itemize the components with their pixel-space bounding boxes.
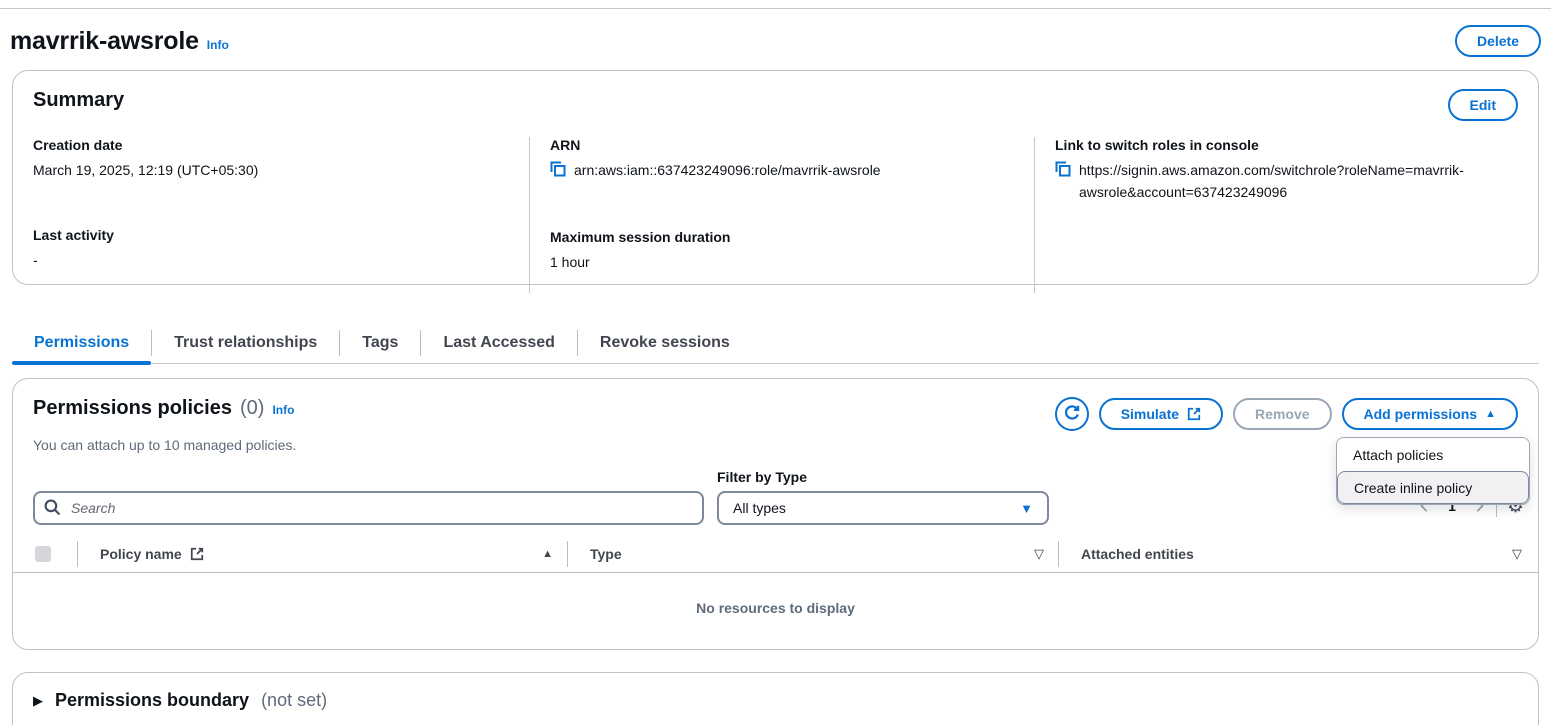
max-session-field: Maximum session duration 1 hour (550, 229, 1014, 273)
filter-label: Filter by Type (717, 469, 1049, 485)
summary-title: Summary (33, 89, 124, 112)
simulate-button[interactable]: Simulate (1099, 398, 1223, 430)
last-activity-field: Last activity - (33, 227, 509, 271)
caret-down-icon: ▼ (1020, 502, 1033, 515)
copy-icon[interactable] (1055, 161, 1071, 183)
add-permissions-menu: Attach policies Create inline policy (1336, 437, 1530, 505)
top-divider (0, 8, 1551, 9)
caret-up-icon: ▲ (1485, 409, 1496, 420)
summary-column-2: ARN arn:aws:iam::637423249096:role/mavrr… (529, 137, 1034, 293)
creation-date-field: Creation date March 19, 2025, 12:19 (UTC… (33, 137, 509, 181)
search-box (33, 491, 704, 525)
policy-name-header-label: Policy name (100, 546, 182, 562)
page-title: mavrrik-awsrole (10, 27, 199, 56)
type-filter-select[interactable]: All types ▼ (717, 491, 1049, 525)
policies-table-header: Policy name ▲ Type ▽ Attached entities ▽ (13, 535, 1538, 573)
search-icon (44, 499, 61, 521)
arn-value: arn:aws:iam::637423249096:role/mavrrik-a… (574, 159, 881, 181)
switch-link-field: Link to switch roles in console https://… (1055, 137, 1518, 203)
page-header: mavrrik-awsrole Info Delete (10, 22, 1541, 60)
empty-state-message: No resources to display (696, 600, 855, 616)
type-filter-value: All types (733, 500, 786, 516)
menu-item-attach-policies[interactable]: Attach policies (1337, 438, 1529, 471)
refresh-button[interactable] (1055, 397, 1089, 431)
attached-entities-header-label: Attached entities (1081, 546, 1194, 562)
column-header-type[interactable]: Type ▽ (568, 546, 1058, 562)
select-all-checkbox[interactable] (35, 546, 51, 562)
arn-label: ARN (550, 137, 1014, 153)
sort-icon[interactable]: ▽ (1034, 546, 1044, 562)
external-link-icon (190, 547, 204, 561)
add-permissions-label: Add permissions (1364, 406, 1478, 422)
max-session-label: Maximum session duration (550, 229, 1014, 245)
last-activity-label: Last activity (33, 227, 509, 243)
last-activity-value: - (33, 249, 509, 271)
tab-tags[interactable]: Tags (340, 322, 420, 363)
policies-subtitle: You can attach up to 10 managed policies… (13, 431, 1538, 453)
policies-count: (0) (240, 397, 264, 420)
summary-column-1: Creation date March 19, 2025, 12:19 (UTC… (13, 137, 529, 293)
tab-permissions[interactable]: Permissions (12, 322, 151, 363)
remove-button[interactable]: Remove (1233, 398, 1331, 430)
summary-grid: Creation date March 19, 2025, 12:19 (UTC… (13, 137, 1538, 293)
switch-link-value: https://signin.aws.amazon.com/switchrole… (1079, 159, 1518, 203)
permissions-boundary-toggle[interactable]: ▶ Permissions boundary (not set) (13, 673, 1538, 725)
policies-info-link[interactable]: Info (272, 403, 294, 417)
search-input[interactable] (33, 491, 704, 525)
column-header-policy-name[interactable]: Policy name ▲ (78, 546, 567, 562)
simulate-button-label: Simulate (1121, 406, 1179, 422)
max-session-value: 1 hour (550, 251, 1014, 273)
permissions-boundary-title: Permissions boundary (55, 690, 249, 711)
empty-state: No resources to display (13, 573, 1538, 643)
creation-date-value: March 19, 2025, 12:19 (UTC+05:30) (33, 159, 509, 181)
policies-title: Permissions policies (33, 397, 232, 420)
type-header-label: Type (590, 546, 622, 562)
refresh-icon (1063, 404, 1081, 425)
policies-controls: Filter by Type All types ▼ 1 ⚙ (13, 469, 1538, 525)
arn-field: ARN arn:aws:iam::637423249096:role/mavrr… (550, 137, 1014, 183)
permissions-policies-card: Permissions policies (0) Info Simulate (12, 378, 1539, 650)
creation-date-label: Creation date (33, 137, 509, 153)
menu-item-create-inline-policy[interactable]: Create inline policy (1337, 471, 1529, 504)
add-permissions-button[interactable]: Add permissions ▲ (1342, 398, 1518, 430)
summary-card: Summary Edit Creation date March 19, 202… (12, 70, 1539, 285)
copy-icon[interactable] (550, 161, 566, 183)
switch-link-label: Link to switch roles in console (1055, 137, 1518, 153)
external-link-icon (1187, 407, 1201, 421)
title-info-link[interactable]: Info (207, 38, 229, 52)
sort-icon[interactable]: ▽ (1512, 546, 1522, 562)
filter-group: Filter by Type All types ▼ (717, 469, 1049, 525)
tab-trust-relationships[interactable]: Trust relationships (152, 322, 339, 363)
permissions-boundary-status: (not set) (261, 690, 327, 711)
delete-button[interactable]: Delete (1455, 25, 1541, 57)
tab-revoke-sessions[interactable]: Revoke sessions (578, 322, 752, 363)
edit-button[interactable]: Edit (1448, 89, 1518, 121)
column-header-attached-entities[interactable]: Attached entities ▽ (1059, 546, 1538, 562)
summary-column-3: Link to switch roles in console https://… (1034, 137, 1538, 293)
policies-actions: Simulate Remove Add permissions ▲ (1055, 397, 1518, 431)
role-tabs: Permissions Trust relationships Tags Las… (12, 322, 1539, 364)
tab-last-accessed[interactable]: Last Accessed (421, 322, 576, 363)
sort-ascending-icon[interactable]: ▲ (542, 548, 553, 560)
expand-right-icon: ▶ (33, 693, 43, 709)
permissions-boundary-card: ▶ Permissions boundary (not set) (12, 672, 1539, 725)
